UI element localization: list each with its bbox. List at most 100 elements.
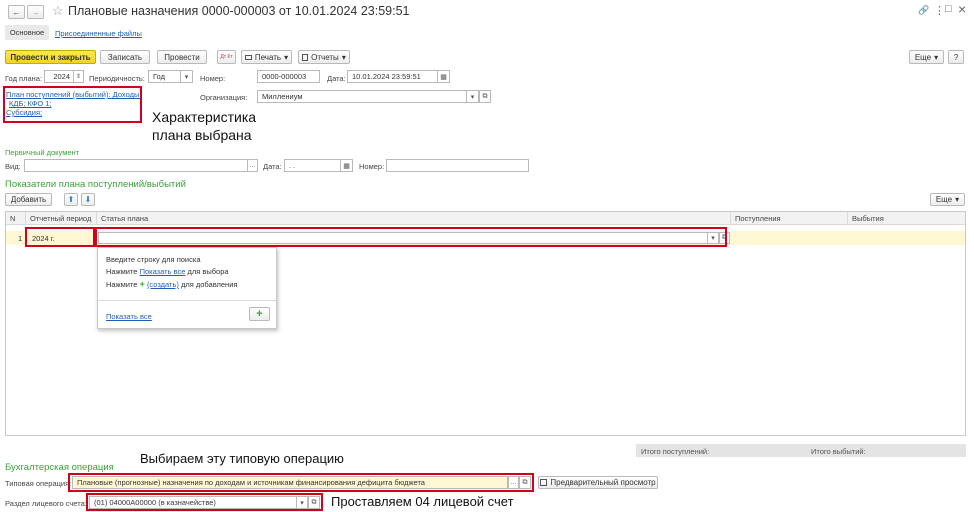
periodicity-select[interactable]: Год xyxy=(148,70,181,83)
primary-doc-title: Первичный документ xyxy=(5,148,80,157)
primary-doc-number-field[interactable] xyxy=(386,159,529,172)
column-header-n[interactable]: N xyxy=(6,212,26,224)
more-menu-icon[interactable]: ⋮ xyxy=(934,4,945,17)
highlight-period xyxy=(25,227,95,247)
window-title: Плановые назначения 0000-000003 от 10.01… xyxy=(68,4,410,18)
organization-value: Миллениум xyxy=(262,92,303,101)
preview-label: Предварительный просмотр xyxy=(550,478,656,487)
popup-show-all-inline-link[interactable]: Показать все xyxy=(140,267,186,276)
year-spin-button[interactable]: ⇕ xyxy=(74,70,84,83)
annotation-characteristic: Характеристика плана выбрана xyxy=(152,108,256,144)
column-header-period[interactable]: Отчетный период xyxy=(26,212,97,224)
organization-open-button[interactable]: ⧉ xyxy=(479,90,491,103)
popup-create-button[interactable]: + xyxy=(249,307,270,321)
organization-field[interactable]: Миллениум xyxy=(257,90,467,103)
link-icon[interactable]: 🔗 xyxy=(918,5,929,16)
typical-op-label: Типовая операция: xyxy=(5,479,72,488)
popup-hint2-post: для выбора xyxy=(187,267,229,276)
chevron-down-icon: ▾ xyxy=(955,195,960,204)
post-button[interactable]: Провести xyxy=(157,50,207,64)
date-field[interactable]: 10.01.2024 23:59:51 xyxy=(347,70,438,83)
annotation-choose-operation: Выбираем эту типовую операцию xyxy=(140,451,344,466)
more-label: Еще xyxy=(914,52,932,62)
annotation-characteristic-line1: Характеристика xyxy=(152,109,257,125)
year-field[interactable]: 2024 xyxy=(44,70,74,83)
column-header-article[interactable]: Статья плана xyxy=(97,212,731,224)
preview-icon xyxy=(540,479,548,486)
post-label: Провести xyxy=(164,52,200,62)
tab-attached-files[interactable]: Присоединенные файлы xyxy=(55,29,142,38)
organization-label: Организация: xyxy=(200,93,248,102)
arrow-up-icon: ⬆ xyxy=(67,195,75,204)
indicators-more-label: Еще xyxy=(935,195,953,204)
number-label: Номер: xyxy=(200,74,226,83)
highlight-plan-characteristic xyxy=(3,86,142,123)
calendar-icon: ▦ xyxy=(440,73,447,81)
popup-hint-search: Введите строку для поиска xyxy=(106,255,201,264)
account-section-label: Раздел лицевого счета: xyxy=(5,499,87,508)
periodicity-value: Год xyxy=(153,72,165,81)
primary-doc-kind-select-button[interactable]: ... xyxy=(247,159,258,172)
calendar-icon: ▦ xyxy=(343,162,350,170)
open-link-icon: ⧉ xyxy=(482,92,488,100)
primary-doc-date-label: Дата: xyxy=(263,162,282,171)
back-arrow-icon: ← xyxy=(12,7,21,17)
column-header-expense[interactable]: Выбытия xyxy=(848,212,965,224)
move-up-button[interactable]: ⬆ xyxy=(64,193,78,206)
highlight-typical-operation xyxy=(68,473,534,492)
ellipsis-icon: ... xyxy=(249,162,256,169)
back-button[interactable]: ← xyxy=(8,5,25,19)
move-down-button[interactable]: ⬇ xyxy=(81,193,95,206)
post-and-close-label: Провести и закрыть xyxy=(10,52,91,62)
popup-hint-show-all: Нажмите Показать все для выбора xyxy=(106,267,229,276)
date-calendar-button[interactable]: ▦ xyxy=(438,70,450,83)
popup-hint-create: Нажмите + (создать) для добавления xyxy=(106,279,237,289)
more-button[interactable]: Еще ▾ xyxy=(909,50,944,64)
date-label: Дата: xyxy=(327,74,346,83)
print-label: Печать xyxy=(254,52,282,62)
forward-button[interactable]: → xyxy=(27,5,44,19)
periodicity-label: Периодичность: xyxy=(89,74,145,83)
chevron-down-icon: ▾ xyxy=(470,93,475,101)
tab-main-label: Основное xyxy=(9,28,45,37)
plus-icon: + xyxy=(139,279,145,289)
tab-main[interactable]: Основное xyxy=(5,25,49,40)
save-button[interactable]: Записать xyxy=(100,50,150,64)
popup-hint3-pre: Нажмите xyxy=(106,280,138,289)
reports-button[interactable]: Отчеты ▾ xyxy=(298,50,350,64)
favorite-star-icon[interactable]: ☆ xyxy=(52,3,64,19)
article-search-popup: Введите строку для поиска Нажмите Показа… xyxy=(97,247,277,329)
help-button[interactable]: ? xyxy=(948,50,964,64)
popup-show-all-link[interactable]: Показать все xyxy=(106,312,152,321)
popup-create-link[interactable]: (создать) xyxy=(147,280,179,289)
post-and-close-button[interactable]: Провести и закрыть xyxy=(5,50,96,64)
periodicity-dropdown-button[interactable]: ▾ xyxy=(181,70,193,83)
popup-hint2-pre: Нажмите xyxy=(106,267,138,276)
totals-bar: Итого поступлений: Итого выбытий: xyxy=(636,444,966,457)
print-button[interactable]: Печать ▾ xyxy=(241,50,292,64)
primary-doc-date-field[interactable]: . . xyxy=(284,159,341,172)
close-icon[interactable]: × xyxy=(958,1,966,17)
indicators-more-button[interactable]: Еще ▾ xyxy=(930,193,965,206)
dt-kt-button[interactable]: Дт Кт xyxy=(217,50,236,64)
primary-doc-date-value: . . xyxy=(289,161,296,170)
forward-arrow-icon: → xyxy=(31,7,40,17)
annotation-set-account: Проставляем 04 лицевой счет xyxy=(331,494,514,509)
maximize-icon[interactable]: □ xyxy=(945,3,952,15)
printer-icon xyxy=(244,54,252,60)
preview-button[interactable]: Предварительный просмотр xyxy=(538,476,658,489)
dt-kt-icon: Дт Кт xyxy=(220,54,233,60)
popup-divider xyxy=(98,300,276,301)
column-header-income[interactable]: Поступления xyxy=(731,212,848,224)
organization-dropdown-button[interactable]: ▾ xyxy=(467,90,479,103)
number-field[interactable]: 0000-000003 xyxy=(257,70,320,83)
year-label: Год плана: xyxy=(5,74,43,83)
total-expense-label: Итого выбытий: xyxy=(811,447,866,456)
spin-icon: ⇕ xyxy=(75,74,82,80)
annotation-characteristic-line2: плана выбрана xyxy=(152,127,252,143)
report-icon xyxy=(302,53,309,61)
popup-hint3-post: для добавления xyxy=(180,280,238,289)
primary-doc-calendar-button[interactable]: ▦ xyxy=(341,159,353,172)
primary-doc-kind-field[interactable] xyxy=(24,159,257,172)
add-row-button[interactable]: Добавить xyxy=(5,193,52,206)
